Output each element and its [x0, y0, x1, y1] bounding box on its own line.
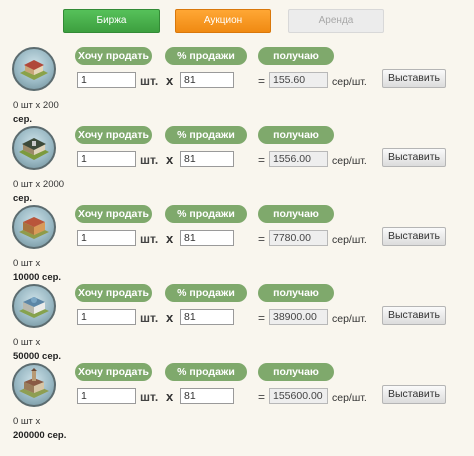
sht-label: шт. — [140, 74, 159, 88]
stock-price: 50000 сер. — [13, 351, 62, 362]
pct-sale-label: % продажи — [165, 284, 247, 302]
stock-count: 0 шт x — [13, 258, 41, 269]
want-sell-label: Хочу продать — [75, 47, 152, 65]
quantity-input[interactable] — [77, 388, 136, 404]
equals-sign: = — [258, 311, 266, 325]
result-field — [269, 388, 328, 404]
percent-input[interactable] — [180, 309, 234, 325]
tower-icon — [12, 363, 56, 407]
post-button[interactable]: Выставить — [382, 69, 446, 88]
post-button[interactable]: Выставить — [382, 227, 446, 246]
post-button[interactable]: Выставить — [382, 385, 446, 404]
multiply-sign: x — [166, 152, 174, 167]
stock-info: 0 шт x 50000 сер. — [13, 336, 83, 364]
tab-birzha[interactable]: Биржа — [63, 9, 160, 33]
multiply-sign: x — [166, 389, 174, 404]
market-tabs: Биржа Аукцион Аренда — [0, 9, 474, 33]
stock-count: 0 шт x 200 — [13, 100, 59, 111]
tab-arenda[interactable]: Аренда — [288, 9, 384, 33]
result-field — [269, 151, 328, 167]
want-sell-label: Хочу продать — [75, 205, 152, 223]
result-field — [269, 72, 328, 88]
unit-label: сер/шт. — [332, 155, 367, 167]
want-sell-label: Хочу продать — [75, 284, 152, 302]
pct-sale-label: % продажи — [165, 126, 247, 144]
equals-sign: = — [258, 74, 266, 88]
unit-label: сер/шт. — [332, 76, 367, 88]
unit-label: сер/шт. — [332, 234, 367, 246]
stock-info: 0 шт x 10000 сер. — [13, 257, 83, 285]
multiply-sign: x — [166, 73, 174, 88]
unit-label: сер/шт. — [332, 392, 367, 404]
stock-price: сер. — [13, 193, 33, 204]
mansion-icon — [12, 47, 56, 91]
stock-count: 0 шт x 2000 — [13, 179, 65, 190]
stock-info: 0 шт x 200000 сер. — [13, 415, 83, 443]
sell-row: 0 шт x 200 сер. Хочу продать % продажи п… — [0, 47, 474, 127]
stock-count: 0 шт x — [13, 337, 41, 348]
stock-price: 200000 сер. — [13, 430, 67, 441]
receive-label: получаю — [258, 363, 334, 381]
sht-label: шт. — [140, 153, 159, 167]
factory-icon — [12, 205, 56, 249]
multiply-sign: x — [166, 231, 174, 246]
sht-label: шт. — [140, 232, 159, 246]
receive-label: получаю — [258, 205, 334, 223]
equals-sign: = — [258, 390, 266, 404]
stock-info: 0 шт x 200 сер. — [13, 99, 83, 127]
pct-sale-label: % продажи — [165, 47, 247, 65]
stock-price: сер. — [13, 114, 33, 125]
pct-sale-label: % продажи — [165, 205, 247, 223]
sht-label: шт. — [140, 390, 159, 404]
quantity-input[interactable] — [77, 151, 136, 167]
percent-input[interactable] — [180, 230, 234, 246]
quantity-input[interactable] — [77, 309, 136, 325]
percent-input[interactable] — [180, 72, 234, 88]
palace-icon — [12, 284, 56, 328]
result-field — [269, 309, 328, 325]
estate-icon — [12, 126, 56, 170]
quantity-input[interactable] — [77, 230, 136, 246]
multiply-sign: x — [166, 310, 174, 325]
unit-label: сер/шт. — [332, 313, 367, 325]
equals-sign: = — [258, 153, 266, 167]
pct-sale-label: % продажи — [165, 363, 247, 381]
result-field — [269, 230, 328, 246]
sell-row: 0 шт x 10000 сер. Хочу продать % продажи… — [0, 205, 474, 285]
percent-input[interactable] — [180, 388, 234, 404]
post-button[interactable]: Выставить — [382, 306, 446, 325]
want-sell-label: Хочу продать — [75, 363, 152, 381]
sht-label: шт. — [140, 311, 159, 325]
stock-count: 0 шт x — [13, 416, 41, 427]
post-button[interactable]: Выставить — [382, 148, 446, 167]
receive-label: получаю — [258, 47, 334, 65]
tab-auction[interactable]: Аукцион — [175, 9, 271, 33]
receive-label: получаю — [258, 284, 334, 302]
sell-row: 0 шт x 50000 сер. Хочу продать % продажи… — [0, 284, 474, 364]
sell-row: 0 шт x 200000 сер. Хочу продать % продаж… — [0, 363, 474, 443]
equals-sign: = — [258, 232, 266, 246]
sell-row: 0 шт x 2000 сер. Хочу продать % продажи … — [0, 126, 474, 206]
receive-label: получаю — [258, 126, 334, 144]
stock-info: 0 шт x 2000 сер. — [13, 178, 83, 206]
quantity-input[interactable] — [77, 72, 136, 88]
percent-input[interactable] — [180, 151, 234, 167]
stock-price: 10000 сер. — [13, 272, 62, 283]
want-sell-label: Хочу продать — [75, 126, 152, 144]
